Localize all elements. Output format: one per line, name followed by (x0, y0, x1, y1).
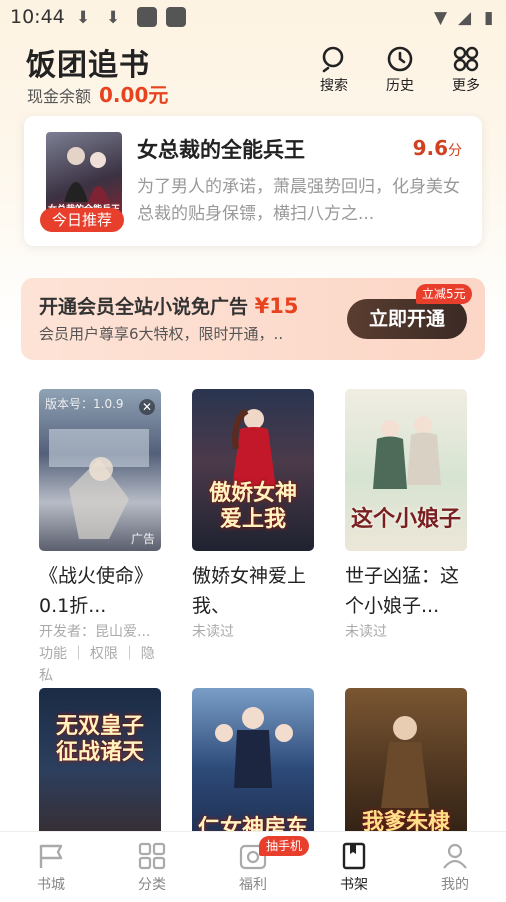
bottom-nav: 书城 分类 福利 书架 我的 (0, 831, 506, 902)
nav-category[interactable]: 分类 (112, 840, 192, 894)
cash-balance[interactable]: 现金余额 0.00元 (27, 79, 168, 108)
nav-label: 书城 (37, 877, 65, 893)
book-title: 世子凶猛：这个小娘子... (345, 565, 460, 617)
book-cover: 无双皇子征战诸天 (39, 688, 161, 850)
profile-icon (415, 840, 495, 872)
nav-label: 书架 (340, 877, 368, 893)
search-label: 搜索 (320, 78, 348, 94)
book-cover: 这个小娘子 (345, 389, 467, 551)
ad-version-label: 版本号：1.0.9 (45, 397, 124, 411)
discount-badge: 立减5元 (416, 284, 472, 304)
today-recommend-tag: 今日推荐 (40, 208, 124, 232)
more-button[interactable]: 更多 (441, 45, 491, 95)
ad-book-item[interactable]: 版本号：1.0.9 ✕ 广告 《战火使命》0.1折... 开发者：昆山爱... … (39, 389, 161, 687)
nav-label: 分类 (138, 877, 166, 893)
download-icon: ⬇ (106, 8, 121, 28)
notification-a-icon (137, 7, 157, 27)
book-item[interactable]: 我爹朱棣 (345, 688, 467, 850)
bookstore-icon (11, 840, 91, 872)
search-icon (309, 45, 359, 73)
nav-bookshelf[interactable]: 书架 (314, 840, 394, 894)
more-label: 更多 (452, 78, 480, 94)
read-status: 未读过 (192, 624, 234, 640)
vip-title: 开通会员全站小说免广告 ¥15 (39, 292, 298, 319)
vip-banner[interactable]: 开通会员全站小说免广告 ¥15 会员用户尊享6大特权，限时开通，.. 立即开通 … (21, 278, 485, 360)
nav-label: 我的 (441, 877, 469, 893)
book-item[interactable]: 傲娇女神爱上我 傲娇女神爱上我、 未读过 (192, 389, 314, 643)
welfare-badge: 抽手机 (259, 836, 310, 856)
recommend-book-title: 女总裁的全能兵王 (137, 138, 305, 162)
cash-label: 现金余额 (27, 87, 92, 106)
score-value: 9.6 (412, 136, 448, 160)
wifi-icon: ▼ (434, 8, 448, 28)
book-cover-text: 无双皇子征战诸天 (55, 714, 144, 765)
search-button[interactable]: 搜索 (309, 45, 359, 95)
recommend-description: 为了男人的承诺，萧晨强势回归，化身美女总裁的贴身保镖，横扫八方之... (137, 177, 460, 224)
vip-subtitle: 会员用户尊享6大特权，限时开通，.. (39, 325, 284, 343)
battery-icon: ▮ (484, 8, 494, 28)
status-time: 10:44 (10, 6, 65, 28)
score-unit: 分 (448, 143, 462, 159)
book-cover: 我爹朱棣 (345, 688, 467, 850)
book-cover-text: 这个小娘子 (350, 507, 461, 532)
nav-profile[interactable]: 我的 (415, 840, 495, 894)
download-icon: ⬇ (76, 8, 91, 28)
read-status: 未读过 (345, 624, 387, 640)
recommend-card[interactable]: 女总裁的全能兵王 今日推荐 女总裁的全能兵王 9.6分 为了男人的承诺，萧晨强势… (24, 116, 482, 246)
book-item[interactable]: 这个小娘子 世子凶猛：这个小娘子... 未读过 (345, 389, 467, 643)
book-cover-text: 傲娇女神爱上我 (208, 481, 297, 532)
cash-value: 0.00元 (99, 83, 169, 107)
book-item[interactable]: 仁女神房东 (192, 688, 314, 850)
open-vip-button[interactable]: 立即开通 (347, 299, 467, 339)
book-title: 《战火使命》0.1折... (39, 565, 154, 617)
bookshelf-icon (314, 840, 394, 872)
ad-close-icon[interactable]: ✕ (139, 399, 155, 415)
status-bar: 10:44 ⬇ ⬇ ▼ ◢ ▮ (0, 0, 506, 34)
history-button[interactable]: 历史 (375, 45, 425, 95)
history-label: 历史 (386, 78, 414, 94)
book-item[interactable]: 无双皇子征战诸天 (39, 688, 161, 850)
category-icon (112, 840, 192, 872)
app-title: 饭团追书 (26, 48, 150, 83)
history-icon (375, 45, 425, 73)
ad-developer: 开发者：昆山爱... (39, 624, 151, 640)
more-icon (441, 45, 491, 73)
vip-price: ¥15 (254, 294, 299, 318)
recommend-score: 9.6分 (413, 136, 462, 160)
signal-icon: ◢ (458, 8, 472, 28)
nav-bookstore[interactable]: 书城 (11, 840, 91, 894)
vip-title-text: 开通会员全站小说免广告 (39, 296, 249, 318)
ad-cover: 版本号：1.0.9 ✕ 广告 (39, 389, 161, 551)
ad-links[interactable]: 功能 ｜ 权限 ｜ 隐私 (39, 643, 161, 687)
notification-square-icon (166, 7, 186, 27)
nav-label: 福利 (239, 877, 267, 893)
book-title: 傲娇女神爱上我、 (192, 565, 307, 617)
book-cover: 傲娇女神爱上我 (192, 389, 314, 551)
book-cover: 仁女神房东 (192, 688, 314, 850)
ad-badge: 广告 (130, 532, 155, 546)
